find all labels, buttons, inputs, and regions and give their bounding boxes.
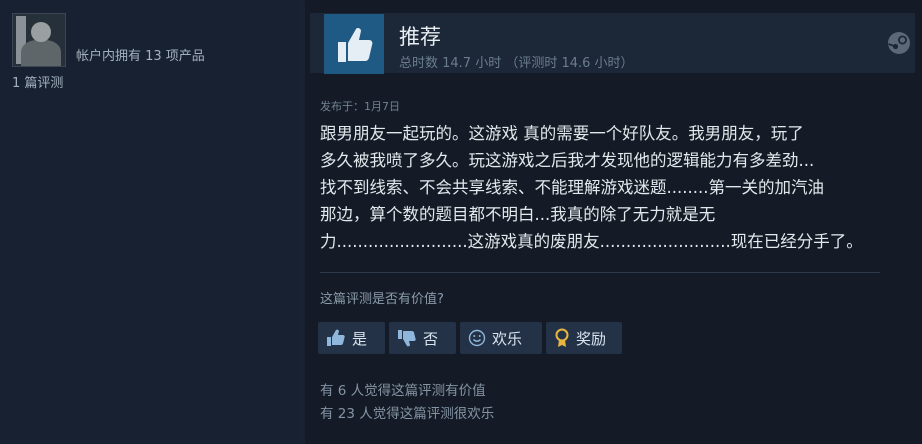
- review-line: 找不到线索、不会共享线索、不能理解游戏迷题........第一关的加汽油: [320, 178, 824, 197]
- thumbs-up-icon: [324, 14, 384, 74]
- helpful-question: 这篇评测是否有价值?: [320, 292, 444, 307]
- vote-header: 推荐 总时数 14.7 小时 （评测时 14.6 小时）: [310, 13, 915, 74]
- review-verdict: 推荐: [399, 25, 441, 49]
- helpful-count: 有 6 人觉得这篇评测有价值: [320, 383, 486, 399]
- vote-no-label: 否: [423, 329, 439, 348]
- review-line: 那边，算个数的题目都不明白...我真的除了无力就是无: [320, 205, 716, 224]
- funny-count: 有 23 人觉得这篇评测很欢乐: [320, 406, 495, 422]
- thumbs-up-icon: [327, 329, 345, 346]
- vote-yes-button[interactable]: 是: [318, 322, 385, 354]
- reviewer-panel: 帐户内拥有 13 项产品 1 篇评测: [0, 0, 300, 444]
- review-line: 力.........................这游戏真的废朋友......…: [320, 232, 863, 251]
- divider: [320, 272, 880, 273]
- award-medal-icon: [555, 328, 569, 347]
- vote-yes-label: 是: [352, 329, 368, 348]
- vote-no-button[interactable]: 否: [389, 322, 456, 354]
- award-button[interactable]: 奖励: [546, 322, 622, 354]
- posted-date: 发布于：1月7日: [320, 100, 400, 113]
- review-body: 跟男朋友一起玩的。这游戏 真的需要一个好队友。我男朋友，玩了 多久被我喷了多久。…: [320, 120, 900, 255]
- games-owned-link[interactable]: 帐户内拥有 13 项产品: [76, 45, 205, 64]
- review-panel: 推荐 总时数 14.7 小时 （评测时 14.6 小时） 发布于：1月7日 跟男…: [305, 0, 922, 444]
- vote-funny-label: 欢乐: [492, 329, 523, 348]
- steam-logo-icon: [888, 32, 910, 54]
- smiley-icon: [468, 329, 486, 347]
- review-line: 多久被我喷了多久。玩这游戏之后我才发现他的逻辑能力有多差劲...: [320, 151, 815, 170]
- vote-funny-button[interactable]: 欢乐: [460, 322, 542, 354]
- review-count-link[interactable]: 1 篇评测: [12, 72, 63, 91]
- thumbs-down-icon: [398, 330, 416, 347]
- award-label: 奖励: [576, 329, 607, 348]
- playtime-hours: 总时数 14.7 小时 （评测时 14.6 小时）: [399, 56, 634, 71]
- user-avatar[interactable]: [12, 13, 66, 67]
- review-line: 跟男朋友一起玩的。这游戏 真的需要一个好队友。我男朋友，玩了: [320, 124, 804, 143]
